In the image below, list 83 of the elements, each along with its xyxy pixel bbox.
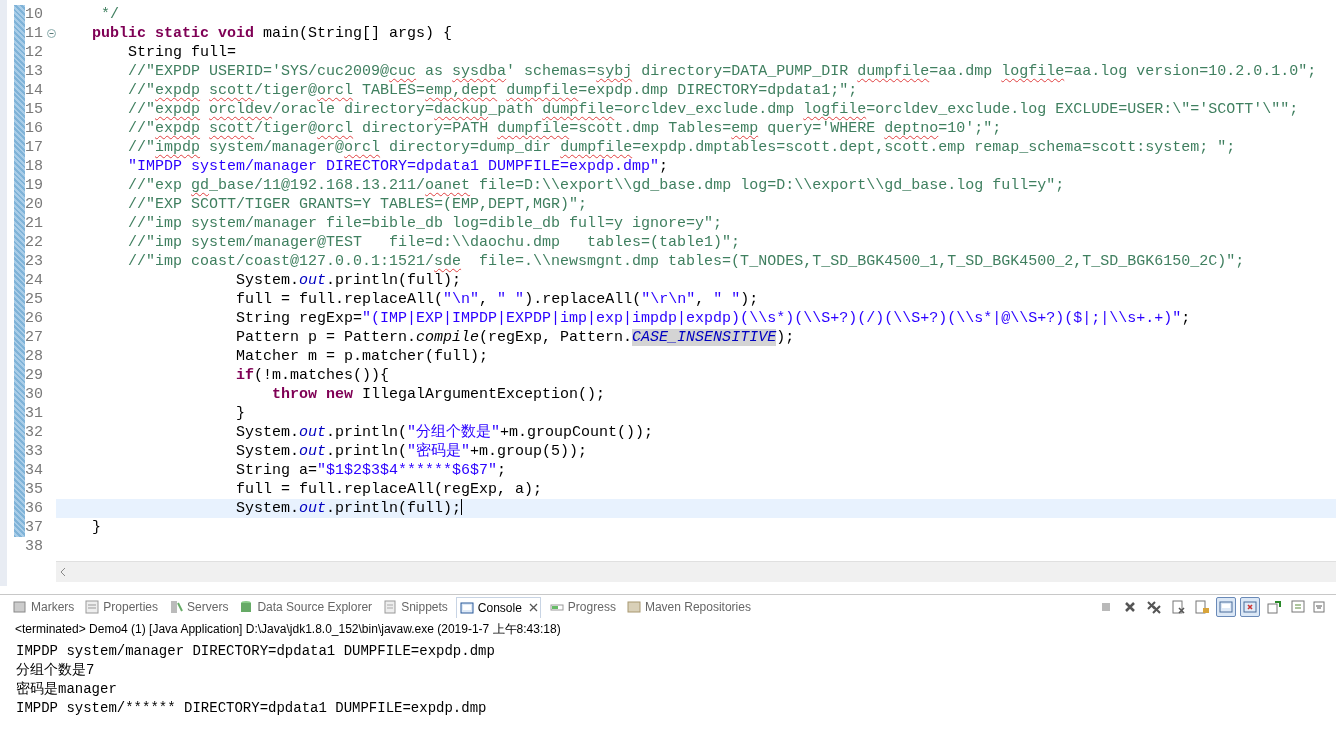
monitor-x-icon[interactable]	[1240, 597, 1260, 617]
horizontal-scrollbar[interactable]	[56, 561, 1336, 582]
code-line: throw new IllegalArgumentException();	[271, 385, 606, 404]
line-number: 10	[25, 5, 44, 24]
close-icon[interactable]	[528, 603, 538, 612]
panel-tab[interactable]: Console	[455, 596, 541, 618]
panel-tab[interactable]: Data Source Explorer	[236, 596, 375, 618]
code-line: String full=	[127, 43, 237, 62]
code-line: }	[235, 404, 246, 423]
code-line: //"EXP SCOTT/TIGER GRANTS=Y TABLES=(EMP,DEPT,MGR)";	[127, 195, 588, 214]
line-number: 15	[25, 100, 44, 119]
line-number: 22	[25, 233, 44, 252]
panel-tab[interactable]: Progress	[546, 596, 618, 618]
code-line: "IMPDP system/manager DIRECTORY=dpdata1 DUMPFILE=expdp.dmp";	[127, 157, 669, 176]
line-number: 34	[25, 461, 44, 480]
panel-tab[interactable]: Maven Repositories	[623, 596, 753, 618]
code-line: Pattern p = Pattern.compile(regExp, Pattern.CASE_INSENSITIVE);	[235, 328, 795, 347]
panel-tab[interactable]: Markers	[10, 596, 77, 618]
line-number: 35	[25, 480, 44, 499]
line-number: 36	[25, 499, 44, 518]
line-number: 24	[25, 271, 44, 290]
code-line: //"expdp orcldev/oracle directory=dackup_path dumpfile=orcldev_exclude.dmp logfile=orcldev_exclude.log EXCLUDE=USER:\"='SCOTT'\"";	[127, 100, 1299, 119]
line-number: 14	[25, 81, 44, 100]
line-number: 32	[25, 423, 44, 442]
code-line: Matcher m = p.matcher(full);	[235, 347, 489, 366]
line-number: 37	[25, 518, 44, 537]
line-number: 31	[25, 404, 44, 423]
menu-icon[interactable]	[1312, 600, 1326, 614]
console-line: IMPDP system/manager DIRECTORY=dpdata1 DUMPFILE=expdp.dmp	[16, 642, 496, 661]
code-line: System.out.println(full);	[235, 271, 462, 290]
code-line: //"exp gd_base/11@192.168.13.211/oanet file=D:\\export\\gd_base.dmp log=D:\\export\\gd_base.log full=y";	[127, 176, 1065, 195]
code-line: //"imp system/manager file=bible_db log=dible_db full=y ignore=y";	[127, 214, 723, 233]
code-line: //"imp coast/coast@127.0.0.1:1521/sde file=.\\newsmgnt.dmp tables=(T_NODES,T_SD_BGK4500_1,T_SD_BGK4500_2,T_SD_BGK6150_2C)";	[127, 252, 1245, 271]
code-line: if(!m.matches()){	[235, 366, 390, 385]
line-number: 28	[25, 347, 44, 366]
console-line: IMPDP system/****** DIRECTORY=dpdata1 DUMPFILE=expdp.dmp	[16, 699, 488, 718]
line-number: 26	[25, 309, 44, 328]
line-number: 20	[25, 195, 44, 214]
panel-tab[interactable]: Servers	[166, 596, 231, 618]
document-icon	[382, 599, 399, 615]
code-line: }	[91, 518, 101, 537]
server-icon	[168, 599, 185, 615]
code-line: //"expdp scott/tiger@orcl TABLES=emp,dept dumpfile=expdp.dmp DIRECTORY=dpdata1;";	[127, 81, 858, 100]
line-number: 33	[25, 442, 44, 461]
line-number: 11	[25, 24, 44, 43]
line-number: 21	[25, 214, 44, 233]
code-line: public static void main(String[] args) {	[91, 24, 453, 43]
line-number: 25	[25, 290, 44, 309]
panel-tab[interactable]: Snippets	[380, 596, 450, 618]
code-line: full = full.replaceAll("\n", " ").replaceAll("\r\n", " ");	[235, 290, 759, 309]
markers-icon	[12, 599, 28, 615]
line-number: 17	[25, 138, 44, 157]
line-number: 30	[25, 385, 44, 404]
code-line: System.out.println(full);	[235, 499, 463, 518]
line-number: 12	[25, 43, 44, 62]
code-line: //"impdp system/manager@orcl directory=dump_dir dumpfile=expdp.dmptables=scott.dept,scott.emp remap_schema=scott:system; ";	[127, 138, 1236, 157]
console-line: 分组个数是7	[16, 661, 96, 680]
code-line: String a="$1$2$3$4******$6$7";	[235, 461, 507, 480]
line-number: 27	[25, 328, 44, 347]
code-line: //"expdp scott/tiger@orcl directory=PATH dumpfile=scott.dmp Tables=emp query='WHERE deptno=10';";	[127, 119, 1002, 138]
code-line: full = full.replaceAll(regExp, a);	[235, 480, 543, 499]
monitor-icon[interactable]	[1216, 597, 1236, 617]
monitor-icon	[458, 599, 475, 616]
panel-tab[interactable]: Properties	[82, 596, 161, 618]
code-line: //"imp system/manager@TEST file=d:\\daochu.dmp tables=(table1)";	[127, 233, 741, 252]
line-number: 19	[25, 176, 44, 195]
scroll-left-icon[interactable]	[60, 568, 66, 576]
console-status: <terminated> Demo4 (1) [Java Application] D:\Java\jdk1.8.0_152\bin\javaw.exe (2019-1-7 上午8:43:18)	[14, 621, 562, 638]
line-number: 29	[25, 366, 44, 385]
code-line: String regExp="(IMP|EXP|IMPDP|EXPDP|imp|exp|impdp|expdp)(\\s*)(\\S+?)(/)(\\S+?)(\\s*|@\\S+?)($|;|\\s+.+)";	[235, 309, 1191, 328]
code-line: */	[100, 5, 119, 24]
collapse-icon[interactable]	[47, 29, 56, 38]
console-line: 密码是manager	[16, 680, 118, 699]
code-line: //"EXPDP USERID='SYS/cuc2009@cuc as sysdba' schemas=sybj directory=DATA_PUMP_DIR dumpfile=aa.dmp logfile=aa.log version=10.2.0.1.0";	[127, 62, 1317, 81]
line-number: 18	[25, 157, 44, 176]
code-line: System.out.println("分组个数是"+m.groupCount());	[235, 423, 654, 442]
line-number: 13	[25, 62, 44, 81]
line-number: 38	[25, 537, 44, 556]
folder-icon	[625, 599, 642, 615]
code-line: System.out.println("密码是"+m.group(5));	[235, 442, 588, 461]
line-number: 16	[25, 119, 44, 138]
list-icon	[84, 599, 101, 615]
line-number: 23	[25, 252, 44, 271]
